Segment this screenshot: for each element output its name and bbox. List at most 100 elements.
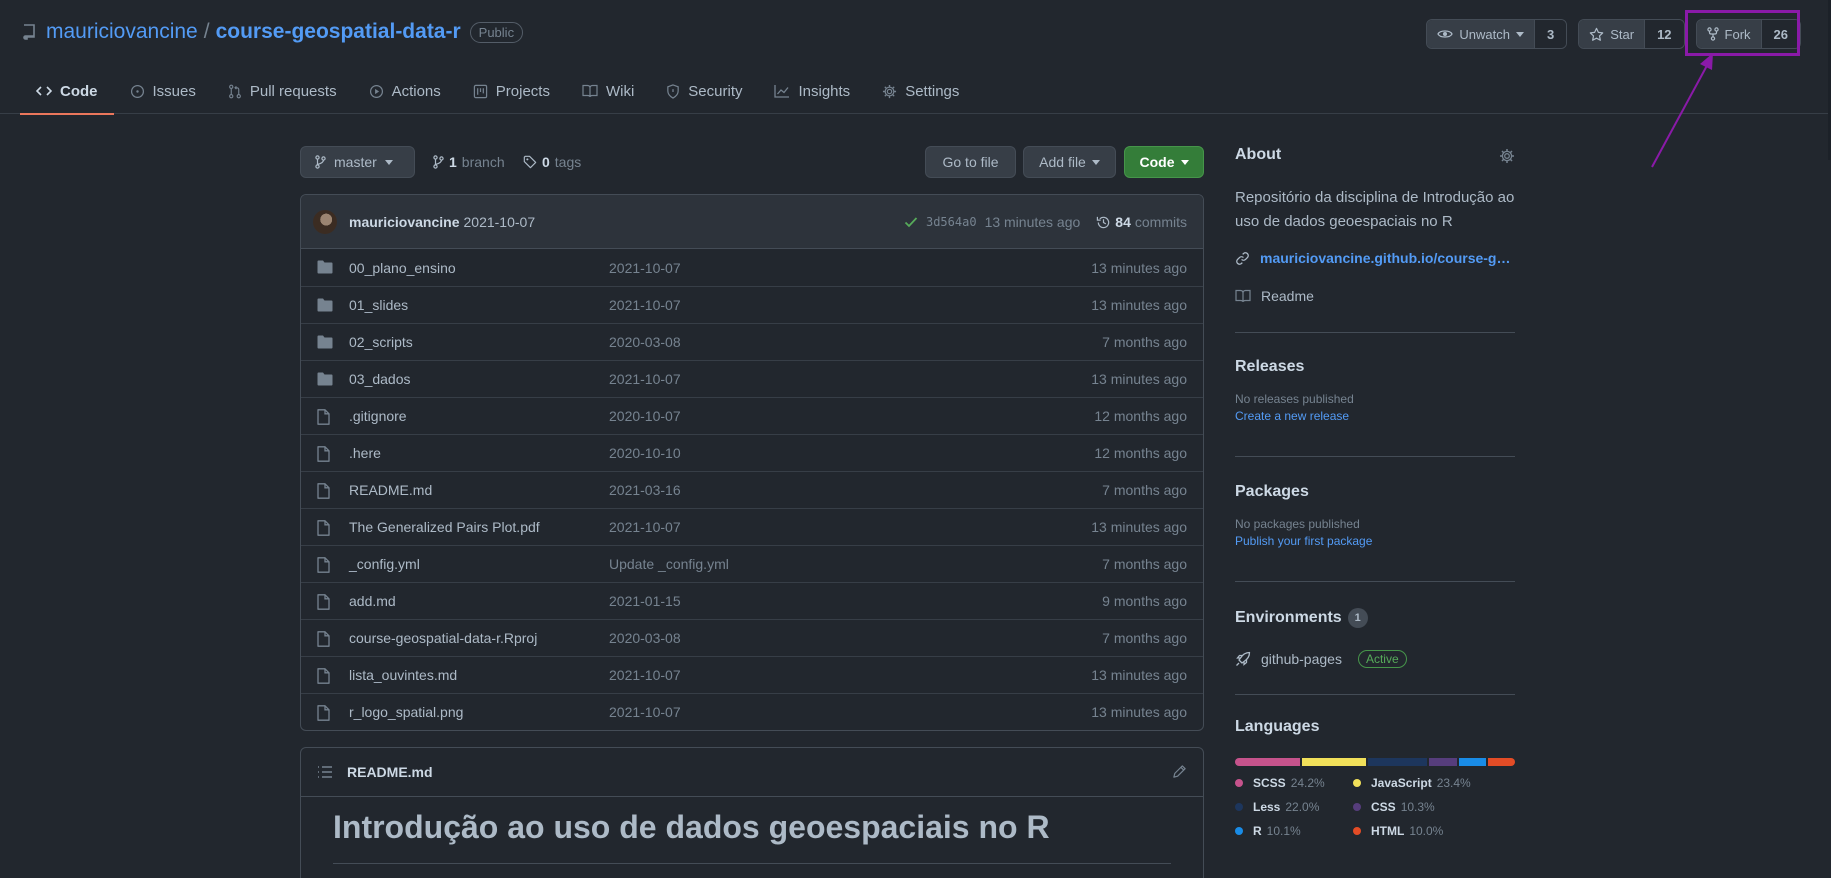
tab-actions[interactable]: Actions bbox=[353, 68, 457, 114]
create-release-link[interactable]: Create a new release bbox=[1235, 409, 1515, 423]
table-row[interactable]: 03_dados 2021-10-07 13 minutes ago bbox=[301, 360, 1203, 397]
commit-author-link[interactable]: mauriciovancine bbox=[349, 214, 460, 230]
language-item[interactable]: Less 22.0% bbox=[1235, 800, 1319, 814]
file-commit-message[interactable]: 2020-10-07 bbox=[609, 408, 681, 424]
add-file-button[interactable]: Add file bbox=[1023, 146, 1116, 178]
language-item[interactable]: CSS 10.3% bbox=[1353, 800, 1435, 814]
stargazers-count[interactable]: 12 bbox=[1644, 20, 1684, 48]
language-item[interactable]: SCSS 24.2% bbox=[1235, 776, 1325, 790]
file-age: 7 months ago bbox=[1102, 482, 1187, 498]
language-item[interactable]: HTML 10.0% bbox=[1353, 824, 1443, 838]
commit-sha-link[interactable]: 3d564a0 bbox=[926, 215, 977, 229]
file-age: 13 minutes ago bbox=[1091, 371, 1187, 387]
tab-security[interactable]: Security bbox=[650, 68, 758, 114]
status-badge: Active bbox=[1357, 650, 1407, 668]
commit-message[interactable]: 2021-10-07 bbox=[464, 214, 536, 230]
avatar[interactable] bbox=[313, 209, 337, 234]
file-commit-message[interactable]: 2020-03-08 bbox=[609, 334, 681, 350]
packages-title[interactable]: Packages bbox=[1235, 483, 1515, 501]
file-name-link[interactable]: The Generalized Pairs Plot.pdf bbox=[349, 519, 540, 535]
file-icon bbox=[317, 631, 330, 647]
file-commit-message[interactable]: 2020-10-10 bbox=[609, 445, 681, 461]
file-name-link[interactable]: _config.yml bbox=[349, 556, 420, 572]
table-row[interactable]: lista_ouvintes.md 2021-10-07 13 minutes ag… bbox=[301, 656, 1203, 693]
repo-tabs: Code Issues Pull requests Actions Projec… bbox=[20, 68, 975, 115]
branch-select-button[interactable]: master bbox=[300, 146, 415, 178]
file-name-link[interactable]: add.md bbox=[349, 593, 396, 609]
file-commit-message[interactable]: 2021-03-16 bbox=[609, 482, 681, 498]
tab-settings[interactable]: Settings bbox=[866, 68, 975, 114]
file-name-link[interactable]: 00_plano_ensino bbox=[349, 260, 456, 276]
file-commit-message[interactable]: 2021-10-07 bbox=[609, 297, 681, 313]
language-name: HTML bbox=[1371, 824, 1405, 838]
table-row[interactable]: _config.yml Update _config.yml 7 months ag… bbox=[301, 545, 1203, 582]
tab-code[interactable]: Code bbox=[20, 68, 114, 115]
unwatch-button[interactable]: Unwatch bbox=[1427, 20, 1534, 48]
file-commit-message[interactable]: 2021-10-07 bbox=[609, 519, 681, 535]
code-download-button[interactable]: Code bbox=[1124, 146, 1204, 178]
file-commit-message[interactable]: 2021-10-07 bbox=[609, 371, 681, 387]
readme-link[interactable]: Readme bbox=[1235, 288, 1314, 304]
tab-projects[interactable]: Projects bbox=[457, 68, 566, 114]
file-commit-message[interactable]: Update _config.yml bbox=[609, 556, 729, 572]
repo-icon bbox=[22, 24, 36, 40]
environment-item[interactable]: github-pages Active bbox=[1235, 650, 1407, 668]
tags-count: 0 bbox=[542, 154, 550, 170]
file-commit-message[interactable]: 2021-10-07 bbox=[609, 667, 681, 683]
star-label: Star bbox=[1610, 26, 1635, 42]
star-button[interactable]: Star bbox=[1579, 20, 1645, 48]
table-row[interactable]: r_logo_spatial.png 2021-10-07 13 minutes a… bbox=[301, 693, 1203, 730]
book-icon bbox=[582, 84, 598, 98]
watchers-count[interactable]: 3 bbox=[1533, 20, 1567, 48]
table-row[interactable]: 00_plano_ensino 2021-10-07 13 minutes ago bbox=[301, 249, 1203, 286]
file-name-link[interactable]: 02_scripts bbox=[349, 334, 413, 350]
tags-link[interactable]: 0 tags bbox=[523, 146, 581, 178]
language-item[interactable]: JavaScript 23.4% bbox=[1353, 776, 1471, 790]
repo-name-link[interactable]: course-geospatial-data-r bbox=[216, 20, 461, 44]
table-row[interactable]: .gitignore 2020-10-07 12 months ago bbox=[301, 397, 1203, 434]
table-row[interactable]: The Generalized Pairs Plot.pdf 2021-10-07… bbox=[301, 508, 1203, 545]
table-row[interactable]: add.md 2021-01-15 9 months ago bbox=[301, 582, 1203, 619]
file-name-link[interactable]: README.md bbox=[349, 482, 432, 498]
tab-pull-requests[interactable]: Pull requests bbox=[212, 68, 353, 114]
language-item[interactable]: R 10.1% bbox=[1235, 824, 1301, 838]
go-to-file-button[interactable]: Go to file bbox=[925, 146, 1016, 178]
play-icon bbox=[369, 84, 384, 99]
table-row[interactable]: 02_scripts 2020-03-08 7 months ago bbox=[301, 323, 1203, 360]
tab-issues[interactable]: Issues bbox=[114, 68, 212, 114]
file-name-link[interactable]: course-geospatial-data-r.Rproj bbox=[349, 630, 537, 646]
releases-title[interactable]: Releases bbox=[1235, 358, 1515, 376]
publish-package-link[interactable]: Publish your first package bbox=[1235, 534, 1515, 548]
tab-settings-label: Settings bbox=[905, 82, 960, 100]
file-commit-message[interactable]: 2021-01-15 bbox=[609, 593, 681, 609]
gear-icon[interactable] bbox=[1499, 148, 1515, 164]
pencil-edit-icon[interactable] bbox=[1172, 764, 1187, 779]
file-name-link[interactable]: 01_slides bbox=[349, 297, 408, 313]
file-name-link[interactable]: r_logo_spatial.png bbox=[349, 704, 463, 720]
file-name-link[interactable]: .gitignore bbox=[349, 408, 407, 424]
file-commit-message[interactable]: 2020-03-08 bbox=[609, 630, 681, 646]
branches-link[interactable]: 1 branch bbox=[433, 146, 505, 178]
environments-title[interactable]: Environments bbox=[1235, 609, 1342, 626]
file-commit-message[interactable]: 2021-10-07 bbox=[609, 260, 681, 276]
homepage-link[interactable]: mauriciovancine.github.io/course-g… bbox=[1235, 250, 1510, 266]
file-name-link[interactable]: .here bbox=[349, 445, 381, 461]
file-name-link[interactable]: lista_ouvintes.md bbox=[349, 667, 457, 683]
table-row[interactable]: .here 2020-10-10 12 months ago bbox=[301, 434, 1203, 471]
tab-wiki[interactable]: Wiki bbox=[566, 68, 650, 114]
commits-label: commits bbox=[1134, 214, 1187, 230]
table-row[interactable]: 01_slides 2021-10-07 13 minutes ago bbox=[301, 286, 1203, 323]
tag-icon bbox=[523, 155, 537, 169]
file-name-link[interactable]: 03_dados bbox=[349, 371, 411, 387]
file-list: mauriciovancine 2021-10-07 3d564a0 13 mi… bbox=[300, 194, 1204, 731]
tab-insights[interactable]: Insights bbox=[758, 68, 866, 114]
table-row[interactable]: README.md 2021-03-16 7 months ago bbox=[301, 471, 1203, 508]
owner-link[interactable]: mauriciovancine bbox=[46, 20, 198, 44]
language-color-dot bbox=[1235, 827, 1243, 835]
list-icon[interactable] bbox=[317, 766, 333, 778]
tab-pull-requests-label: Pull requests bbox=[249, 82, 337, 100]
file-commit-message[interactable]: 2021-10-07 bbox=[609, 704, 681, 720]
tab-projects-label: Projects bbox=[495, 82, 550, 100]
table-row[interactable]: course-geospatial-data-r.Rproj 2020-03-08… bbox=[301, 619, 1203, 656]
commits-history-link[interactable]: 84 commits bbox=[1096, 214, 1187, 230]
